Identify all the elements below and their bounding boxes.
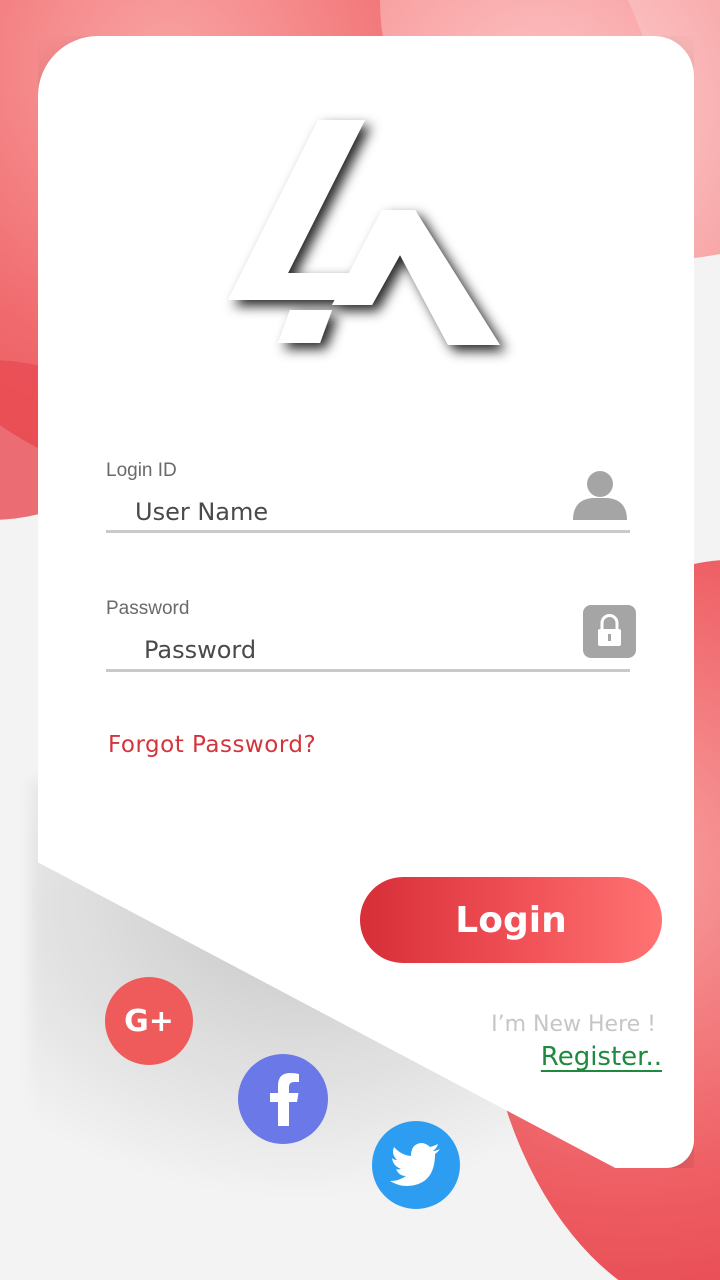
app-logo bbox=[228, 120, 500, 345]
new-user-prompt: I’m New Here ! bbox=[491, 1012, 656, 1037]
password-underline bbox=[106, 669, 630, 672]
user-icon bbox=[573, 471, 627, 520]
twitter-button[interactable] bbox=[372, 1121, 460, 1209]
username-underline bbox=[106, 530, 630, 533]
login-button[interactable]: Login bbox=[360, 877, 662, 963]
forgot-password-link[interactable]: Forgot Password? bbox=[108, 732, 316, 758]
username-input[interactable] bbox=[135, 494, 555, 530]
twitter-icon bbox=[390, 1143, 440, 1186]
facebook-icon bbox=[270, 1073, 299, 1126]
register-link[interactable]: Register.. bbox=[500, 1042, 662, 1072]
password-label: Password bbox=[106, 598, 190, 619]
google-plus-icon: G+ bbox=[124, 1003, 174, 1039]
lock-icon bbox=[583, 605, 636, 658]
facebook-button[interactable] bbox=[238, 1054, 328, 1144]
password-input[interactable] bbox=[144, 632, 564, 668]
google-plus-button[interactable]: G+ bbox=[105, 977, 193, 1065]
login-id-label: Login ID bbox=[106, 460, 177, 481]
